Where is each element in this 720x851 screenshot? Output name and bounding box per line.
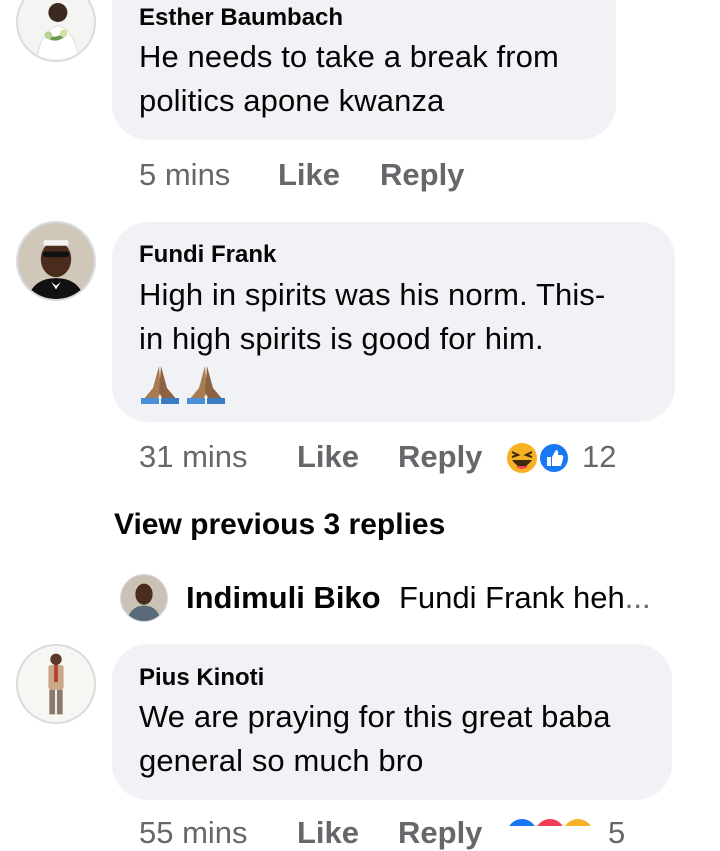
reply-button[interactable]: Reply bbox=[398, 439, 482, 475]
comment-author[interactable]: Pius Kinoti bbox=[139, 664, 264, 692]
comment-timestamp[interactable]: 5 mins bbox=[139, 157, 230, 193]
comment-emoji-row bbox=[139, 364, 229, 404]
reactions-icons bbox=[509, 819, 591, 826]
comment-author[interactable]: Esther Baumbach bbox=[139, 4, 343, 32]
reply-snippet[interactable]: Fundi Frank heh... bbox=[399, 580, 651, 616]
comment-text-line: High in spirits was his norm. This- bbox=[139, 277, 606, 312]
reactions-summary[interactable] bbox=[504, 816, 600, 826]
avatar-pius-kinoti[interactable] bbox=[16, 644, 96, 724]
like-button[interactable]: Like bbox=[297, 815, 359, 851]
reply-button[interactable]: Reply bbox=[380, 157, 464, 193]
comment-text-line: He needs to take a break from bbox=[139, 39, 559, 74]
comment-author[interactable]: Fundi Frank bbox=[139, 241, 276, 269]
view-previous-replies-button[interactable]: View previous 3 replies bbox=[114, 508, 445, 542]
reactions-summary[interactable] bbox=[504, 440, 576, 476]
reply-author[interactable]: Indimuli Biko bbox=[186, 580, 381, 616]
avatar-fundi-frank[interactable] bbox=[16, 221, 96, 301]
avatar-pius-image bbox=[18, 646, 94, 722]
avatar-esther-image bbox=[18, 0, 94, 60]
comment-text-line: in high spirits is good for him. bbox=[139, 321, 544, 356]
reply-button[interactable]: Reply bbox=[398, 815, 482, 851]
avatar-esther-baumbach[interactable] bbox=[16, 0, 96, 62]
haha-reaction-icon bbox=[565, 819, 591, 826]
reactions-icons bbox=[505, 441, 570, 475]
haha-reaction-icon bbox=[505, 441, 539, 475]
comment-text-line: general so much bro bbox=[139, 743, 424, 778]
like-reaction-icon bbox=[509, 819, 535, 826]
like-button[interactable]: Like bbox=[297, 439, 359, 475]
love-reaction-icon bbox=[537, 819, 563, 826]
avatar-indimuli-image bbox=[121, 575, 167, 621]
reply-snippet-text: Fundi Frank heh bbox=[399, 580, 625, 615]
comment-text-line: politics apone kwanza bbox=[139, 83, 445, 118]
avatar-fundi-image bbox=[18, 223, 94, 299]
avatar-indimuli-biko[interactable] bbox=[120, 574, 168, 622]
comment-text-line: We are praying for this great baba bbox=[139, 699, 611, 734]
comment-timestamp[interactable]: 31 mins bbox=[139, 439, 248, 475]
reaction-count[interactable]: 12 bbox=[582, 439, 616, 475]
reply-snippet-ellipsis: ... bbox=[624, 580, 651, 615]
reaction-count[interactable]: 5 bbox=[608, 815, 625, 851]
folded-hands-icon bbox=[141, 366, 225, 404]
like-button[interactable]: Like bbox=[278, 157, 340, 193]
comment-timestamp[interactable]: 55 mins bbox=[139, 815, 248, 851]
